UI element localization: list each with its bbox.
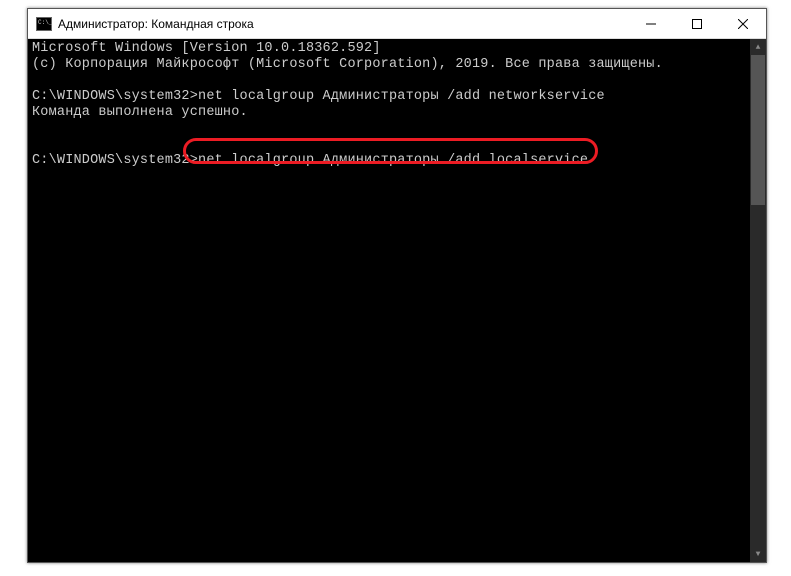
copyright-line: (c) Корпорация Майкрософт (Microsoft Cor…	[32, 57, 663, 72]
scroll-down-arrow[interactable]: ▼	[750, 546, 766, 562]
command-1: net localgroup Администраторы /add netwo…	[198, 89, 605, 104]
window-controls	[628, 9, 766, 38]
vertical-scrollbar[interactable]: ▲ ▼	[750, 39, 766, 562]
prompt-2: C:\WINDOWS\system32>	[32, 153, 198, 168]
minimize-icon	[646, 19, 656, 29]
maximize-icon	[692, 19, 702, 29]
command-2: net localgroup Администраторы /add local…	[198, 153, 588, 168]
result-1: Команда выполнена успешно.	[32, 105, 248, 120]
maximize-button[interactable]	[674, 9, 720, 39]
cmd-icon	[36, 17, 52, 31]
minimize-button[interactable]	[628, 9, 674, 39]
window-title: Администратор: Командная строка	[58, 17, 628, 31]
command-prompt-window: Администратор: Командная строка Microsof…	[27, 8, 767, 563]
content-wrapper: Microsoft Windows [Version 10.0.18362.59…	[28, 39, 766, 562]
close-icon	[738, 19, 748, 29]
scroll-up-arrow[interactable]: ▲	[750, 39, 766, 55]
prompt-1: C:\WINDOWS\system32>	[32, 89, 198, 104]
close-button[interactable]	[720, 9, 766, 39]
titlebar[interactable]: Администратор: Командная строка	[28, 9, 766, 39]
version-line: Microsoft Windows [Version 10.0.18362.59…	[32, 41, 381, 56]
terminal-output[interactable]: Microsoft Windows [Version 10.0.18362.59…	[28, 39, 750, 562]
scrollbar-thumb[interactable]	[751, 55, 765, 205]
